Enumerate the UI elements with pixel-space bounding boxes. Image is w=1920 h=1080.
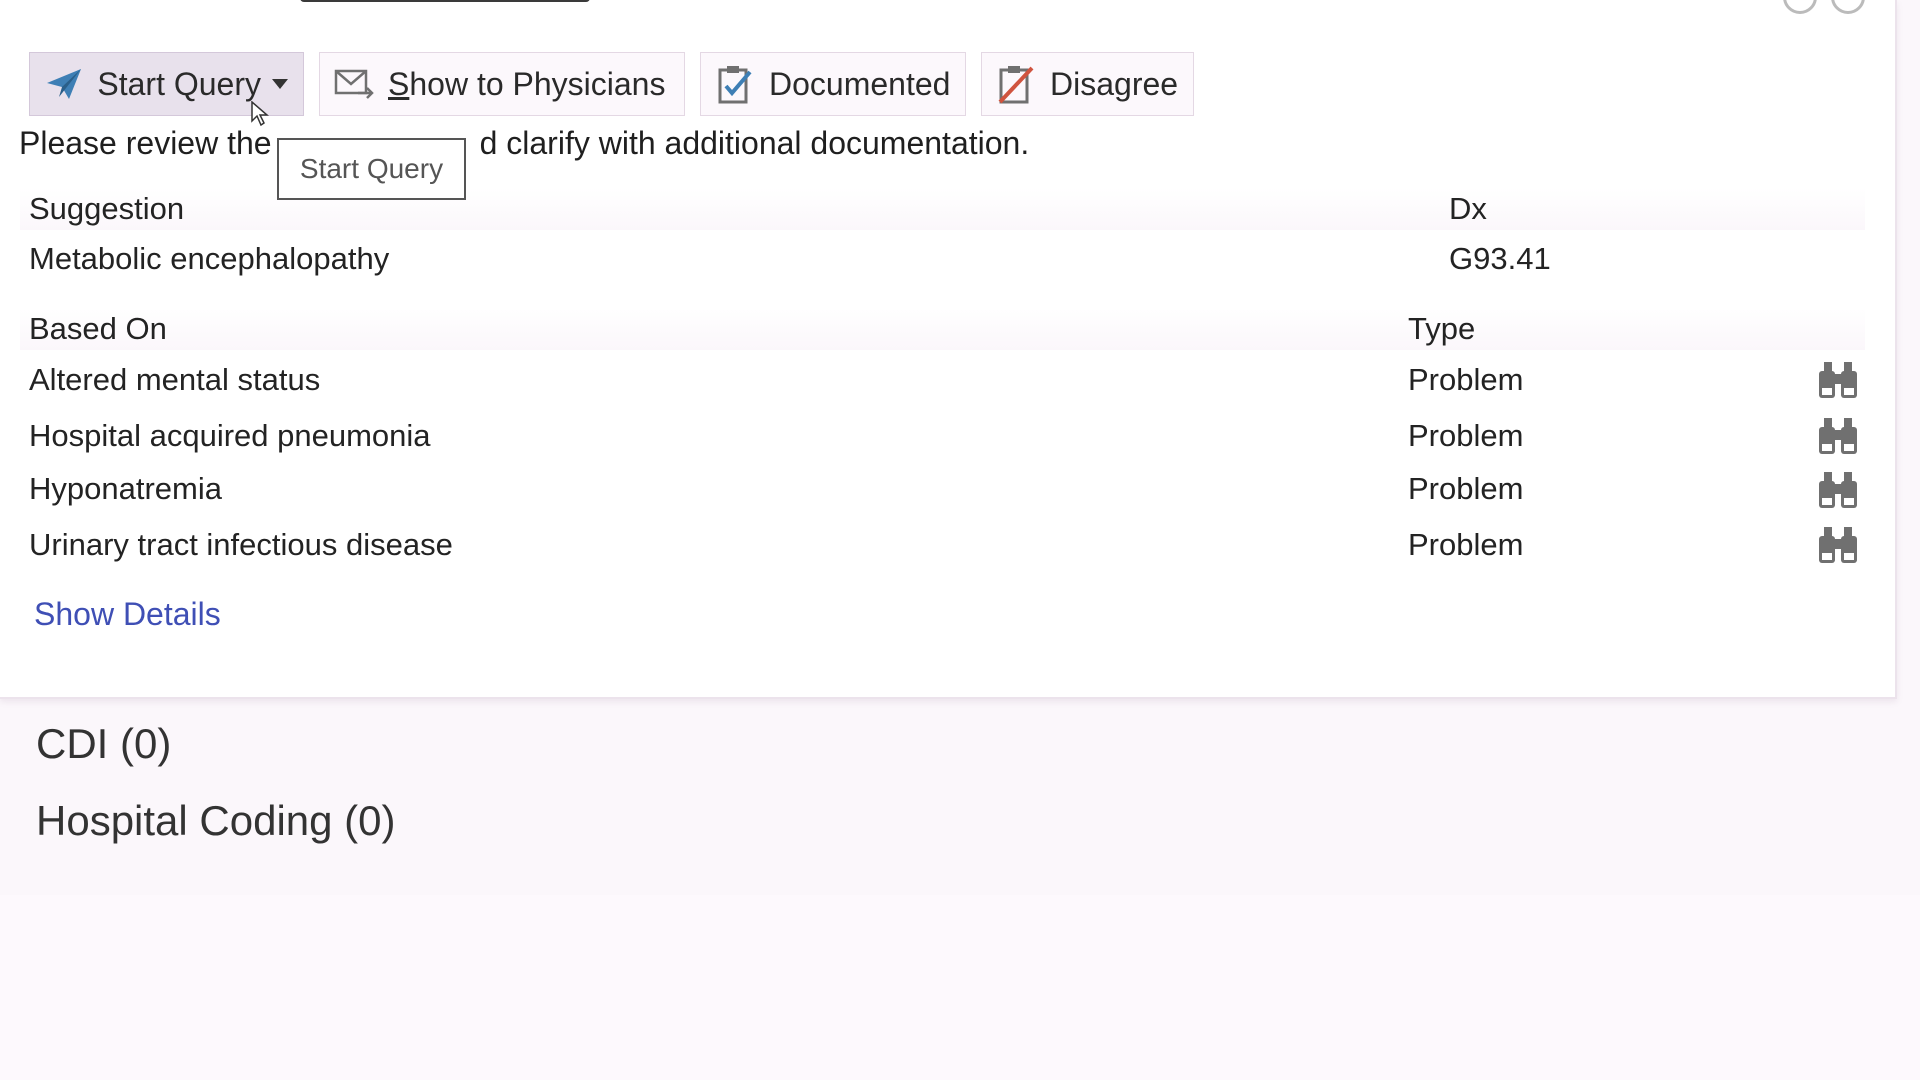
suggestion-name: Metabolic encephalopathy	[29, 241, 390, 276]
binoculars-icon[interactable]	[1816, 360, 1860, 400]
disagree-button[interactable]: Disagree	[981, 52, 1194, 116]
mail-forward-icon	[334, 64, 374, 104]
based-on-label: Hospital acquired pneumonia	[29, 418, 431, 453]
mouse-cursor-icon	[251, 100, 270, 132]
close-icon[interactable]	[1831, 0, 1865, 14]
section-hospital-coding[interactable]: Hospital Coding (0)	[36, 797, 396, 845]
col-header-dx: Dx	[1449, 191, 1487, 226]
show-to-physicians-button[interactable]: Show to Physicians	[319, 52, 685, 116]
based-on-label: Urinary tract infectious disease	[29, 527, 453, 562]
section-cdi[interactable]: CDI (0)	[36, 720, 171, 768]
col-header-based-on: Based On	[29, 311, 167, 346]
app-window: Start Query Show to Physicians Documente…	[0, 0, 1920, 1080]
start-query-label: Start Query	[97, 65, 261, 102]
info-icon[interactable]	[1783, 0, 1817, 14]
suggestion-card: Start Query Show to Physicians Documente…	[0, 0, 1897, 699]
binoculars-icon[interactable]	[1816, 525, 1860, 565]
col-header-suggestion: Suggestion	[29, 191, 185, 226]
paper-plane-icon	[44, 64, 83, 104]
based-on-table-header	[20, 308, 1865, 350]
based-on-type: Problem	[1408, 527, 1524, 562]
action-toolbar: Start Query Show to Physicians Documente…	[29, 52, 1194, 116]
intro-text: Please review the d clarify with addition…	[19, 125, 1030, 161]
binoculars-icon[interactable]	[1816, 416, 1860, 456]
clipboard-strike-icon	[996, 64, 1036, 104]
chevron-down-icon[interactable]	[271, 78, 289, 90]
documented-button[interactable]: Documented	[700, 52, 966, 116]
col-header-type: Type	[1408, 311, 1476, 346]
card-top-icons	[1783, 0, 1865, 14]
binoculars-icon[interactable]	[1816, 470, 1860, 510]
start-query-tooltip: Start Query	[277, 138, 466, 200]
based-on-label: Altered mental status	[29, 362, 321, 397]
based-on-type: Problem	[1408, 471, 1524, 506]
empty-panel-area	[0, 895, 1920, 1080]
based-on-type: Problem	[1408, 362, 1524, 397]
based-on-label: Hyponatremia	[29, 471, 222, 506]
clipboard-check-icon	[715, 64, 755, 104]
show-to-physicians-label: Show to Physicians	[388, 65, 666, 102]
disagree-label: Disagree	[1050, 65, 1179, 102]
documented-label: Documented	[769, 65, 951, 102]
based-on-type: Problem	[1408, 418, 1524, 453]
show-details-link[interactable]: Show Details	[34, 596, 221, 633]
suggestion-dx-code: G93.41	[1449, 241, 1551, 276]
card-title-cropped	[300, 0, 590, 2]
